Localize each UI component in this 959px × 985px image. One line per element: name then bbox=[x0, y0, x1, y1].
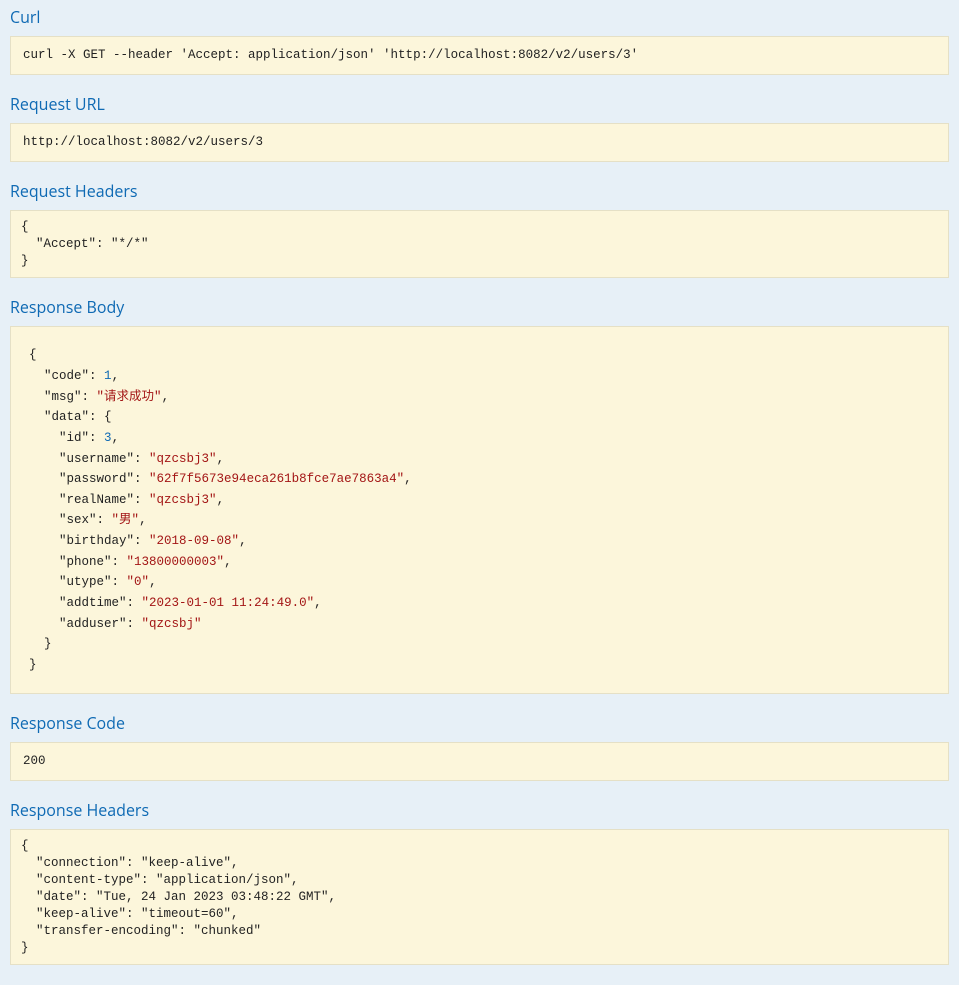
request-headers-block[interactable]: { "Accept": "*/*" } bbox=[10, 210, 949, 279]
response-body-heading: Response Body bbox=[10, 296, 949, 318]
response-headers-heading: Response Headers bbox=[10, 799, 949, 821]
swagger-response-panel: Curl curl -X GET --header 'Accept: appli… bbox=[0, 6, 959, 985]
response-body-content: { "code": 1, "msg": "请求成功", "data": { "i… bbox=[11, 337, 948, 683]
request-headers-heading: Request Headers bbox=[10, 180, 949, 202]
response-code-block[interactable]: 200 bbox=[10, 742, 949, 781]
response-headers-block[interactable]: { "connection": "keep-alive", "content-t… bbox=[10, 829, 949, 965]
request-url-block[interactable]: http://localhost:8082/v2/users/3 bbox=[10, 123, 949, 162]
curl-block[interactable]: curl -X GET --header 'Accept: applicatio… bbox=[10, 36, 949, 75]
response-code-heading: Response Code bbox=[10, 712, 949, 734]
curl-heading: Curl bbox=[10, 6, 949, 28]
response-body-block[interactable]: { "code": 1, "msg": "请求成功", "data": { "i… bbox=[10, 326, 949, 694]
request-url-heading: Request URL bbox=[10, 93, 949, 115]
